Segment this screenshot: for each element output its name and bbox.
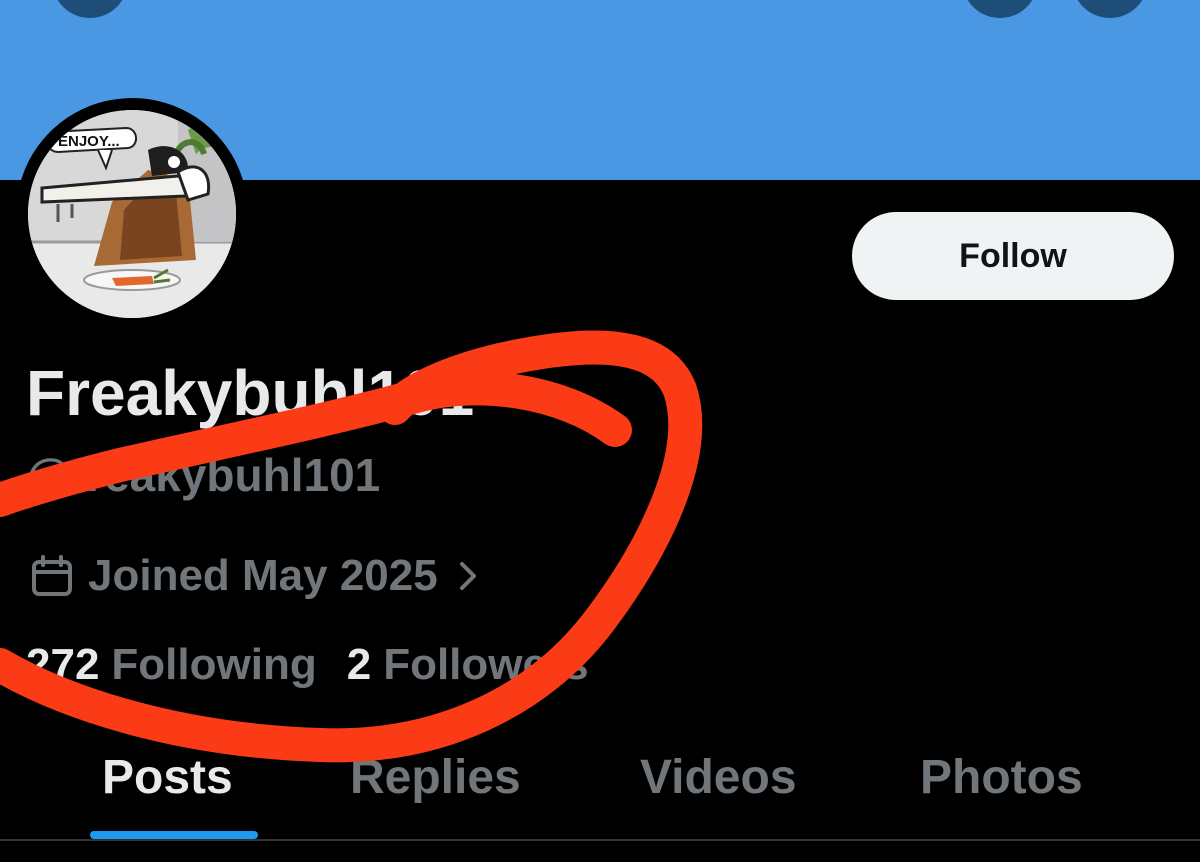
follow-stats: 272 Following 2 Followers <box>26 640 619 690</box>
chevron-right-icon <box>456 556 482 596</box>
following-count: 272 <box>26 640 100 689</box>
avatar-image: ENJOY... <box>28 110 236 318</box>
following-label: Following <box>111 640 317 689</box>
tab-replies[interactable]: Replies <box>350 750 521 805</box>
following-stat[interactable]: 272 Following <box>26 640 317 690</box>
search-button[interactable] <box>962 0 1038 18</box>
tab-posts[interactable]: Posts <box>102 750 233 805</box>
profile-tabs: Posts Replies Videos Photos <box>0 730 1200 840</box>
username-handle: @freakybuhl101 <box>26 449 381 501</box>
active-tab-indicator <box>90 831 258 839</box>
back-button[interactable] <box>52 0 128 18</box>
more-options-button[interactable] <box>1072 0 1148 18</box>
joined-label: Joined May 2025 <box>88 551 438 600</box>
display-name: Freakybuhl101 <box>26 357 475 429</box>
follow-button[interactable]: Follow <box>852 212 1174 300</box>
svg-text:ENJOY...: ENJOY... <box>58 133 120 150</box>
followers-count: 2 <box>346 640 372 689</box>
avatar[interactable]: ENJOY... <box>16 98 248 330</box>
tab-photos[interactable]: Photos <box>920 750 1083 805</box>
calendar-icon <box>28 552 76 600</box>
followers-label: Followers <box>383 640 589 689</box>
followers-stat[interactable]: 2 Followers <box>347 640 589 690</box>
joined-date[interactable]: Joined May 2025 <box>28 548 482 604</box>
tab-videos[interactable]: Videos <box>640 750 797 805</box>
tabs-divider <box>0 839 1200 841</box>
